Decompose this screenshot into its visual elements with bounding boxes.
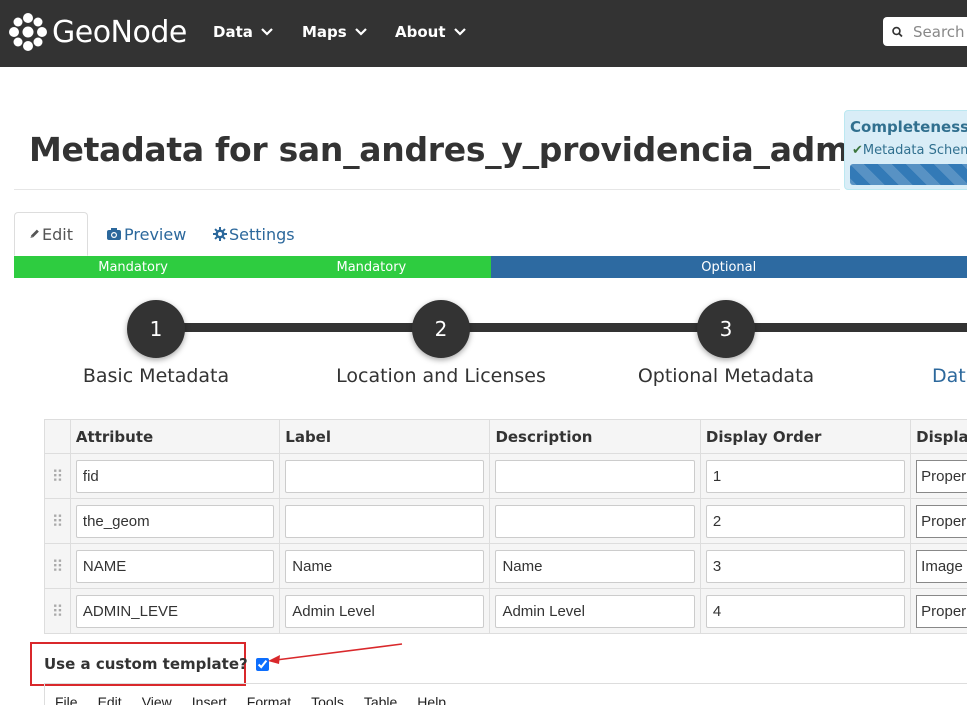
attribute-name-input[interactable] [75, 459, 275, 493]
attribute-label-input[interactable] [285, 549, 485, 583]
metadata-progress: Mandatory Mandatory Optional [14, 256, 967, 278]
attribute-label-input[interactable] [285, 459, 485, 493]
attribute-label-input[interactable] [285, 594, 485, 628]
title-divider [14, 189, 840, 190]
nav-menu-label: Maps [302, 23, 347, 41]
wizard-step-1[interactable]: 1 [127, 300, 185, 358]
wizard-step-2[interactable]: 2 [412, 300, 470, 358]
completeness-title: Completeness [850, 118, 967, 136]
column-header-description: Description [489, 419, 701, 454]
wizard-step-label-location-licenses[interactable]: Location and Licenses [336, 365, 546, 387]
table-row: ⠿ Proper [44, 498, 967, 544]
attribute-name-input[interactable] [75, 594, 275, 628]
nav-menu-data[interactable]: Data [213, 20, 273, 44]
editor-menu-insert[interactable]: Insert [182, 694, 237, 705]
rich-text-editor: File Edit View Insert Format Tools Table… [44, 683, 967, 705]
chevron-down-icon [354, 28, 367, 36]
chevron-down-icon [453, 28, 466, 36]
column-header-display-order: Display Order [699, 419, 912, 454]
pencil-icon [30, 229, 39, 238]
logo-text: GeoNode [52, 14, 187, 50]
geonode-flower-icon [9, 13, 47, 51]
page-title: Metadata for san_andres_y_providencia_ad… [29, 130, 967, 169]
progress-segment-mandatory: Mandatory [252, 256, 491, 278]
table-row: ⠿ Image [44, 543, 967, 589]
completeness-panel: Completeness ✔Metadata Schem [844, 110, 967, 190]
nav-menu-label: About [395, 23, 446, 41]
chevron-down-icon [261, 28, 273, 36]
drag-handle-icon[interactable]: ⠿ [44, 498, 71, 544]
display-order-input[interactable] [705, 594, 906, 628]
drag-handle-icon[interactable]: ⠿ [44, 543, 71, 589]
nav-menu-maps[interactable]: Maps [302, 20, 367, 44]
tab-preview[interactable]: Preview [92, 212, 200, 256]
display-type-select[interactable]: Proper [916, 594, 967, 628]
attribute-label-input[interactable] [285, 504, 485, 538]
display-type-select[interactable]: Proper [916, 459, 967, 493]
attribute-table: Attribute Label Description Display Orde… [44, 419, 967, 634]
top-navbar: GeoNode Data Maps About [0, 0, 967, 67]
custom-template-label: Use a custom template? [44, 655, 248, 673]
completeness-item: ✔Metadata Schem [852, 143, 967, 158]
column-header-display: Display [910, 419, 967, 454]
editor-menu-file[interactable]: File [45, 694, 88, 705]
geonode-logo[interactable]: GeoNode [8, 8, 187, 56]
attribute-description-input[interactable] [495, 459, 695, 493]
check-icon: ✔ [852, 143, 863, 158]
table-row: ⠿ Proper [44, 588, 967, 634]
editor-menu-view[interactable]: View [132, 694, 182, 705]
search-box[interactable] [883, 17, 967, 46]
progress-segment-optional: Optional [490, 256, 967, 278]
editor-menu-edit[interactable]: Edit [88, 694, 132, 705]
completeness-item-label: Metadata Schem [862, 143, 967, 158]
column-header-label: Label [279, 419, 491, 454]
tab-edit[interactable]: Edit [14, 212, 88, 256]
drag-handle-icon[interactable]: ⠿ [44, 453, 71, 499]
display-order-input[interactable] [705, 459, 906, 493]
table-row: ⠿ Proper [44, 453, 967, 499]
tab-label: Edit [42, 224, 73, 244]
search-icon [892, 26, 903, 37]
display-order-input[interactable] [705, 504, 906, 538]
attribute-description-input[interactable] [495, 594, 695, 628]
column-header-attribute: Attribute [69, 419, 281, 454]
red-arrow-annotation [268, 643, 403, 664]
editor-menu-help[interactable]: Help [407, 694, 456, 705]
attribute-description-input[interactable] [495, 504, 695, 538]
editor-menubar: File Edit View Insert Format Tools Table… [45, 694, 456, 705]
wizard-step-line [156, 323, 967, 332]
drag-column-header [44, 419, 71, 454]
attribute-name-input[interactable] [75, 549, 275, 583]
wizard-step-label-data[interactable]: Data [932, 365, 967, 387]
wizard-step-3[interactable]: 3 [697, 300, 755, 358]
metadata-tabs: Edit Preview Settings [14, 212, 967, 256]
nav-menu-label: Data [213, 23, 253, 41]
custom-template-highlight: Use a custom template? [30, 642, 269, 686]
completeness-progress-bar [850, 164, 967, 185]
drag-handle-icon[interactable]: ⠿ [44, 588, 71, 634]
display-type-select[interactable]: Image [916, 549, 967, 583]
display-type-select[interactable]: Proper [916, 504, 967, 538]
wizard-step-label-optional-metadata[interactable]: Optional Metadata [638, 365, 814, 387]
nav-menu-about[interactable]: About [395, 20, 466, 44]
camera-icon [107, 228, 121, 240]
editor-menu-tools[interactable]: Tools [301, 694, 354, 705]
attribute-description-input[interactable] [495, 549, 695, 583]
progress-segment-mandatory: Mandatory [14, 256, 253, 278]
search-input[interactable] [913, 22, 967, 41]
tab-label: Preview [124, 224, 187, 244]
table-header-row: Attribute Label Description Display Orde… [44, 419, 967, 454]
gear-icon [213, 227, 227, 241]
attribute-name-input[interactable] [75, 504, 275, 538]
display-order-input[interactable] [705, 549, 906, 583]
wizard-step-label-basic-metadata[interactable]: Basic Metadata [83, 365, 229, 387]
editor-menu-table[interactable]: Table [354, 694, 407, 705]
tab-settings[interactable]: Settings [199, 212, 309, 256]
editor-menu-format[interactable]: Format [237, 694, 301, 705]
tab-label: Settings [229, 224, 295, 244]
